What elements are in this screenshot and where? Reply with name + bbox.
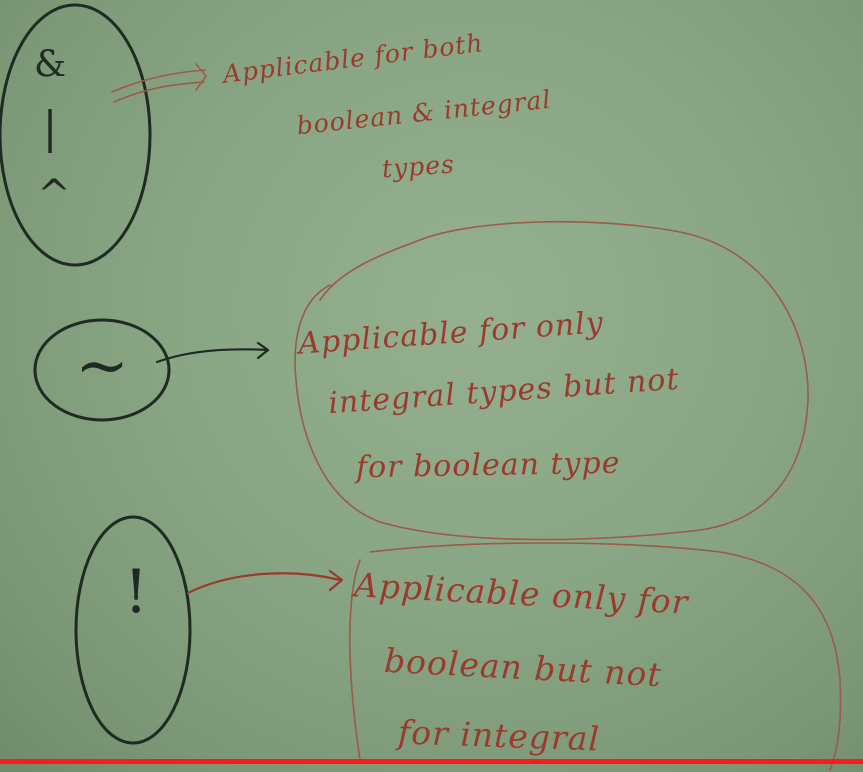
group-ops-arrow [111,63,208,103]
whiteboard: & | ^ ~ ! Applicable for both boolean & … [0,0,863,772]
not-arrow [186,569,344,595]
group-note-line-3: types [381,149,456,184]
group-ops-ellipse [0,3,152,267]
caret-symbol: ^ [37,172,71,218]
not-note-line-3: for integral [397,712,601,759]
exclamation-symbol: ! [123,557,149,627]
tilde-note-line-3: for boolean type [355,445,621,486]
tilde-arrow [155,341,270,364]
not-ellipse [74,515,192,745]
video-progress-fill [0,759,863,764]
tilde-symbol: ~ [75,329,129,403]
video-progress-bar[interactable] [0,759,863,764]
pipe-symbol: | [42,102,58,154]
ampersand-symbol: & [33,44,67,86]
